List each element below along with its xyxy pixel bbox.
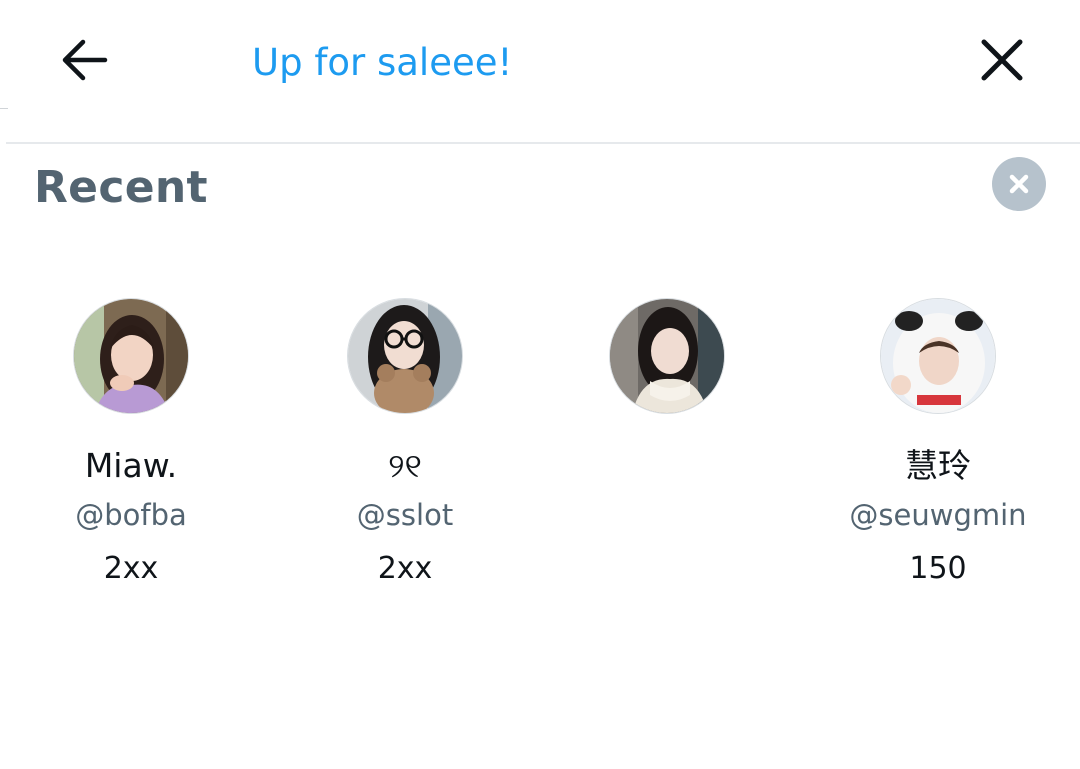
close-x-icon: [981, 39, 1023, 81]
section-title-recent: Recent: [34, 162, 208, 213]
user-handle: @sslot: [356, 498, 454, 532]
top-bar: [0, 0, 1080, 142]
recent-user-card[interactable]: Miaw. @bofba 2xx: [11, 296, 251, 596]
clear-x-icon: [1009, 174, 1029, 194]
close-button[interactable]: [970, 30, 1034, 90]
recent-user-card[interactable]: [547, 296, 787, 596]
arrow-left-icon: [62, 39, 108, 81]
divider-tick: [0, 108, 8, 109]
back-button[interactable]: [52, 30, 116, 90]
user-handle: @seuwgmin: [849, 498, 1027, 532]
user-display-name: Miaw.: [84, 446, 178, 485]
search-input[interactable]: [252, 34, 932, 90]
clear-recent-button[interactable]: [992, 157, 1046, 211]
user-display-name: 慧玲: [905, 446, 971, 485]
avatar: [347, 298, 463, 414]
user-price: 150: [909, 551, 967, 586]
user-price: 2xx: [377, 551, 433, 586]
avatar: [880, 298, 996, 414]
user-display-name: ୨୧: [388, 446, 422, 485]
avatar: [73, 298, 189, 414]
header-divider: [6, 142, 1080, 144]
user-price: 2xx: [103, 551, 159, 586]
avatar: [609, 298, 725, 414]
user-handle: @bofba: [75, 498, 187, 532]
recent-user-card[interactable]: ୨୧ @sslot 2xx: [285, 296, 525, 596]
recent-user-card[interactable]: 慧玲 @seuwgmin 150: [818, 296, 1058, 596]
